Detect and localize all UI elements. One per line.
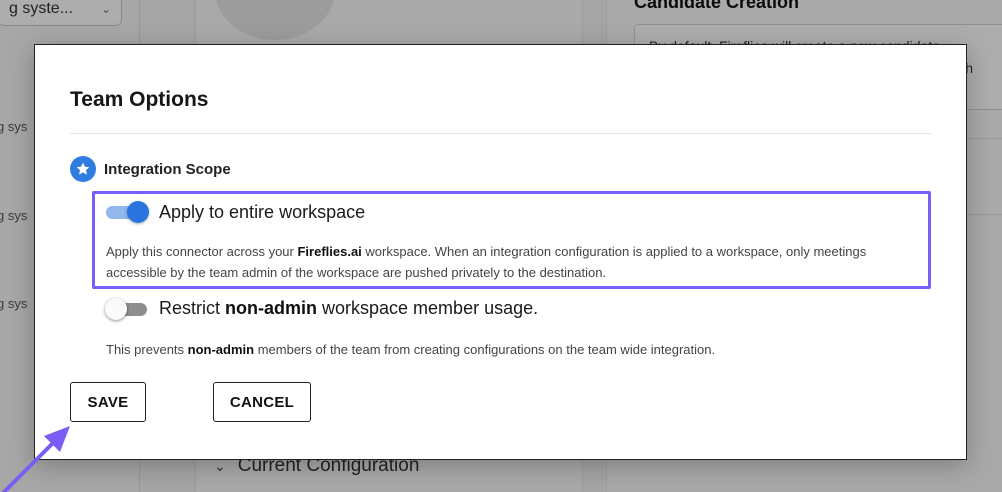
arrow-annotation-icon bbox=[2, 426, 70, 492]
